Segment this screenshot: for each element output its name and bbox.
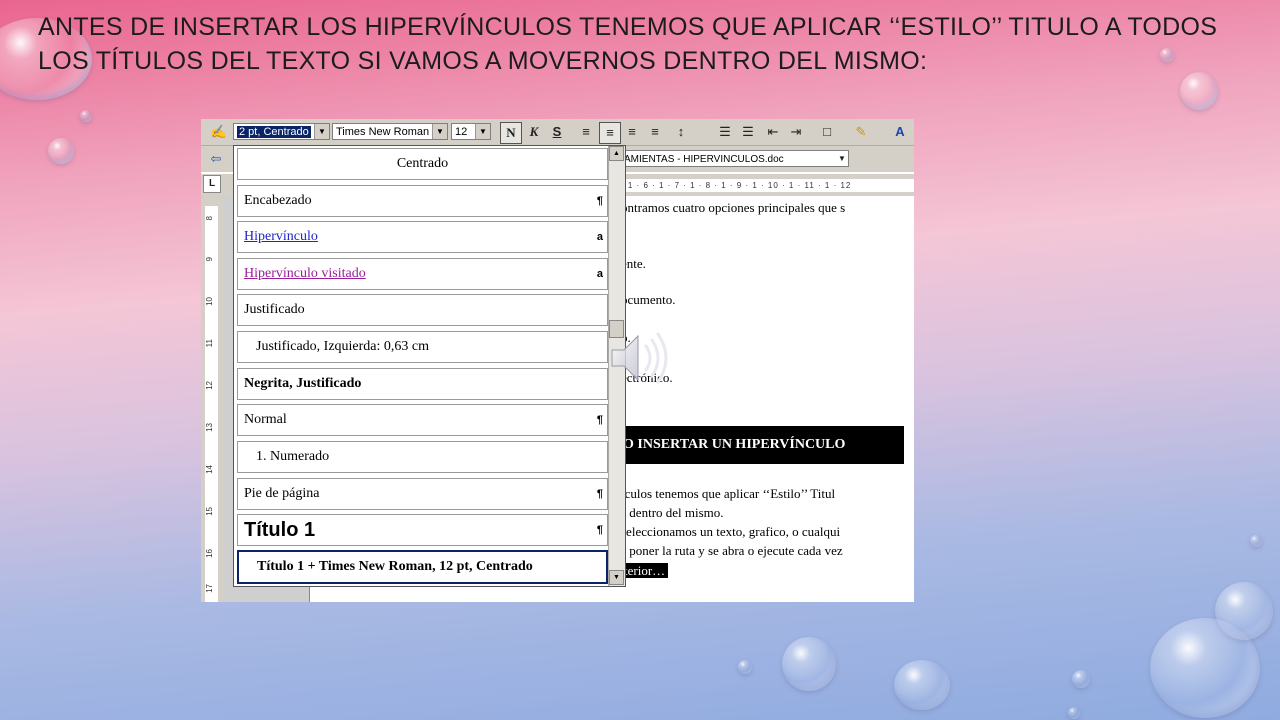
vruler-number: 12 <box>205 381 214 390</box>
vruler-number: 13 <box>205 423 214 432</box>
numbering-icon[interactable]: ☰ <box>715 122 735 142</box>
bubble-decoration <box>1150 618 1260 718</box>
chevron-down-icon[interactable]: ▼ <box>475 124 490 139</box>
style-select-value: 2 pt, Centrado <box>237 126 311 138</box>
style-option-hipervinculo-visitado[interactable]: Hipervínculo visitado a <box>237 258 608 290</box>
style-option-label: Negrita, Justificado <box>244 376 362 391</box>
vruler-number: 17 <box>205 584 214 593</box>
underline-button[interactable]: S <box>547 122 567 142</box>
font-color-button[interactable]: A <box>890 122 910 142</box>
character-style-icon: a <box>596 268 603 280</box>
style-option-label: Pie de página <box>244 486 320 501</box>
style-option-titulo-1-times[interactable]: Título 1 + Times New Roman, 12 pt, Centr… <box>237 550 608 584</box>
font-select-value: Times New Roman <box>336 126 430 138</box>
vruler-number: 14 <box>205 465 214 474</box>
style-option-centrado[interactable]: Centrado <box>237 148 608 180</box>
bubble-decoration <box>782 637 836 691</box>
vruler-number: 11 <box>205 339 214 348</box>
style-option-label: Justificado, Izquierda: 0,63 cm <box>256 339 430 354</box>
style-option-label: Hipervínculo <box>244 229 318 244</box>
tab-selector[interactable]: L <box>203 175 221 193</box>
doc-line: s poner la ruta y se abra o ejecute cada… <box>621 543 843 558</box>
styles-pane-icon[interactable]: ✍ <box>209 122 229 142</box>
align-left-icon[interactable]: ≡ <box>576 122 596 142</box>
vertical-ruler-scale: 8 9 10 11 12 13 14 15 16 17 <box>205 206 218 602</box>
vruler-number: 9 <box>205 257 214 262</box>
style-option-titulo-1[interactable]: Título 1 ¶ <box>237 514 608 546</box>
bubble-decoration <box>80 110 92 122</box>
align-center-icon[interactable]: ≡ <box>599 122 621 144</box>
bubble-decoration <box>894 660 950 710</box>
justify-icon[interactable]: ≡ <box>645 122 665 142</box>
style-option-negrita-justificado[interactable]: Negrita, Justificado <box>237 368 608 400</box>
paragraph-mark-icon: ¶ <box>596 414 603 426</box>
chevron-down-icon[interactable]: ▼ <box>432 124 447 139</box>
document-heading: O INSERTAR UN HIPERVÍNCULO <box>621 426 904 464</box>
style-option-justificado[interactable]: Justificado <box>237 294 608 326</box>
bullets-icon[interactable]: ☰ <box>738 122 758 142</box>
style-option-pie-de-pagina[interactable]: Pie de página ¶ <box>237 478 608 510</box>
style-option-numerado[interactable]: 1. Numerado <box>237 441 608 473</box>
bubble-decoration <box>1072 670 1090 688</box>
document-name: AMIENTAS - HIPERVINCULOS.doc <box>624 154 784 165</box>
vruler-number: 15 <box>205 507 214 516</box>
bubble-decoration <box>1250 535 1262 547</box>
slide-title: ANTES DE INSERTAR LOS HIPERVÍNCULOS TENE… <box>38 13 1218 75</box>
speaker-icon[interactable] <box>608 328 674 388</box>
decrease-indent-icon[interactable]: ⇤ <box>763 122 783 142</box>
align-right-icon[interactable]: ≡ <box>622 122 642 142</box>
doc-line: ocumento. <box>621 292 676 307</box>
character-style-icon: a <box>596 231 603 243</box>
scroll-up-icon[interactable]: ▲ <box>609 146 624 161</box>
style-option-label: Normal <box>244 412 287 427</box>
style-option-label: Justificado <box>244 302 305 317</box>
vruler-number: 8 <box>205 216 214 221</box>
style-dropdown-list: Centrado Encabezado ¶ Hipervínculo a Hiper… <box>233 145 626 587</box>
chevron-down-icon[interactable]: ▼ <box>314 124 329 139</box>
doc-line: seleccionamos un texto, grafico, o cualq… <box>621 524 841 539</box>
style-option-encabezado[interactable]: Encabezado ¶ <box>237 185 608 217</box>
formatting-toolbar: ✍ 2 pt, Centrado ▼ Times New Roman ▼ 12 … <box>201 119 914 146</box>
increase-indent-icon[interactable]: ⇥ <box>786 122 806 142</box>
back-arrow-icon[interactable]: ⇦ <box>206 149 226 169</box>
style-select[interactable]: 2 pt, Centrado ▼ <box>233 123 330 140</box>
doc-line: s dentro del mismo. <box>621 505 724 520</box>
doc-line: terior… <box>621 563 669 579</box>
style-option-label: Título 1 <box>244 519 316 541</box>
font-size-value: 12 <box>455 126 468 138</box>
paragraph-mark-icon: ¶ <box>596 488 603 500</box>
borders-icon[interactable]: □ <box>817 122 837 142</box>
font-select[interactable]: Times New Roman ▼ <box>332 123 448 140</box>
document-page[interactable]: ontramos cuatro opciones principales que… <box>621 196 914 602</box>
line-spacing-icon[interactable]: ↕ <box>671 122 691 142</box>
doc-line: ículos tenemos que aplicar ‘‘Estilo’’ Ti… <box>621 486 836 501</box>
bubble-decoration <box>1068 707 1080 719</box>
paragraph-mark-icon: ¶ <box>596 524 603 536</box>
scroll-down-icon[interactable]: ▼ <box>609 570 624 585</box>
style-option-justificado-izquierda[interactable]: Justificado, Izquierda: 0,63 cm <box>237 331 608 363</box>
chevron-down-icon[interactable]: ▼ <box>832 149 852 169</box>
vruler-number: 10 <box>205 297 214 306</box>
selected-text: terior… <box>621 563 669 578</box>
paragraph-mark-icon: ¶ <box>596 195 603 207</box>
bold-button[interactable]: N <box>500 122 522 144</box>
vruler-number: 16 <box>205 549 214 558</box>
document-address-field[interactable]: AMIENTAS - HIPERVINCULOS.doc <box>621 150 849 167</box>
style-option-label: Encabezado <box>244 193 312 208</box>
font-size-select[interactable]: 12 ▼ <box>451 123 491 140</box>
style-option-hipervinculo[interactable]: Hipervínculo a <box>237 221 608 253</box>
style-option-label: 1. Numerado <box>256 449 330 464</box>
style-option-label: Hipervínculo visitado <box>244 266 366 281</box>
bubble-decoration <box>48 138 74 164</box>
doc-line: ontramos cuatro opciones principales que… <box>621 200 846 215</box>
italic-button[interactable]: K <box>524 122 544 142</box>
style-option-label: Centrado <box>396 156 449 171</box>
word-screenshot: ✍ 2 pt, Centrado ▼ Times New Roman ▼ 12 … <box>201 119 914 602</box>
style-option-label: Título 1 + Times New Roman, 12 pt, Centr… <box>257 559 533 574</box>
style-option-normal[interactable]: Normal ¶ <box>237 404 608 436</box>
highlight-icon[interactable]: ✎ <box>851 122 871 142</box>
vertical-ruler: 8 9 10 11 12 13 14 15 16 17 <box>201 196 223 602</box>
ruler-scale: · 1 · 6 · 1 · 7 · 1 · 8 · 1 · 9 · 1 · 10… <box>621 179 914 192</box>
bubble-decoration <box>738 660 752 674</box>
